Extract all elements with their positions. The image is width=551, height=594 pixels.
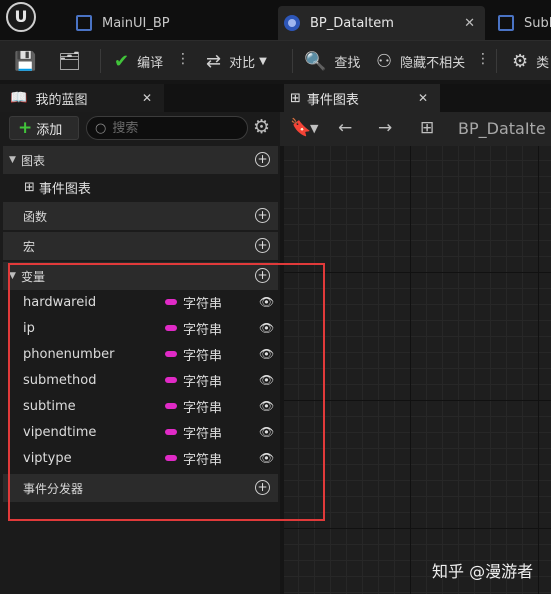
event-graph-item[interactable]: ⊞ 事件图表	[24, 178, 91, 197]
event-graph-icon: ⊞	[24, 180, 35, 195]
add-macro-icon[interactable]: +	[255, 238, 270, 253]
chevron-down-icon: ▼	[259, 55, 267, 67]
find-label: 查找	[334, 55, 361, 71]
toolbar-divider	[100, 49, 101, 73]
close-icon[interactable]: ✕	[142, 91, 152, 105]
tab-mainui-bp[interactable]: MainUI_BP	[70, 6, 270, 40]
tab-event-graph[interactable]: ⊞ 事件图表 ✕	[284, 84, 440, 112]
forward-arrow-icon[interactable]: →	[378, 118, 392, 138]
compile-options-icon[interactable]: ⋮	[176, 51, 190, 67]
widget-blueprint-icon	[498, 15, 514, 31]
variables-highlight-box	[8, 263, 325, 521]
find-button[interactable]: 🔍 查找	[304, 41, 360, 81]
widget-blueprint-icon	[76, 15, 92, 31]
section-label: 宏	[23, 239, 36, 254]
section-graphs[interactable]: ▼ 图表 +	[3, 146, 278, 174]
section-label: 图表	[21, 153, 46, 168]
document-tab-bar: U MainUI_BP BP_DataItem ✕ SubL	[0, 0, 551, 40]
gear-icon: ⚙	[512, 50, 529, 72]
section-macros[interactable]: 宏 +	[3, 232, 278, 260]
hide-unrelated-label: 隐藏不相关	[400, 55, 466, 71]
close-icon[interactable]: ✕	[418, 91, 428, 105]
tab-bp-dataitem[interactable]: BP_DataItem ✕	[278, 6, 485, 40]
toolbar-divider	[496, 49, 497, 73]
toolbar-divider	[292, 49, 293, 73]
diff-button[interactable]: ⇄ 对比 ▼	[206, 41, 267, 81]
save-button[interactable]: 💾	[14, 41, 44, 81]
expand-arrow-icon: ▼	[9, 155, 16, 165]
bookmark-icon[interactable]: 🔖	[290, 118, 311, 138]
section-functions[interactable]: 函数 +	[3, 202, 278, 230]
section-label: 函数	[23, 209, 48, 224]
tab-label: MainUI_BP	[102, 15, 170, 31]
add-function-icon[interactable]: +	[255, 208, 270, 223]
add-button[interactable]: + 添加	[9, 116, 79, 140]
blueprint-toolbar: 💾 🗂 ✔ 编译 ⋮ ⇄ 对比 ▼ 🔍 查找 ⚇ 隐藏不相关 ⋮ ⚙ 类	[0, 40, 551, 80]
graph-toolbar: 🔖 ▼ ← → ⊞ BP_DataIte	[280, 112, 551, 146]
chevron-down-icon[interactable]: ▼	[310, 122, 318, 135]
add-label: 添加	[36, 122, 63, 138]
class-settings-button[interactable]: ⚙ 类	[512, 41, 549, 81]
book-icon: 📖	[10, 90, 28, 106]
plus-icon: +	[18, 118, 33, 138]
search-input[interactable]	[112, 120, 233, 136]
event-graph-label: 事件图表	[38, 182, 91, 197]
tab-my-blueprint[interactable]: 📖 我的蓝图 ✕	[0, 84, 164, 112]
hide-unrelated-icon: ⚇	[376, 50, 393, 72]
event-graph-icon: ⊞	[420, 118, 435, 138]
tab-label: SubL	[524, 15, 551, 31]
search-field[interactable]: ○	[86, 116, 248, 140]
diff-label: 对比	[229, 55, 256, 71]
hide-options-icon[interactable]: ⋮	[476, 51, 490, 67]
back-arrow-icon[interactable]: ←	[338, 118, 352, 138]
unreal-logo-icon[interactable]: U	[6, 2, 36, 32]
add-graph-icon[interactable]: +	[255, 152, 270, 167]
compile-check-icon: ✔	[114, 50, 130, 72]
my-blueprint-tab-bar: 📖 我的蓝图 ✕	[0, 84, 280, 112]
find-icon: 🔍	[304, 50, 327, 72]
compile-label: 编译	[137, 55, 164, 71]
blueprint-class-icon	[284, 15, 300, 31]
graph-tab-bar: ⊞ 事件图表 ✕	[280, 84, 551, 112]
hide-unrelated-button[interactable]: ⚇ 隐藏不相关	[376, 41, 465, 81]
breadcrumb: BP_DataIte	[458, 119, 546, 138]
browse-button[interactable]: 🗂	[58, 41, 89, 81]
save-icon: 💾	[14, 50, 37, 72]
event-graph-icon: ⊞	[290, 90, 301, 106]
diff-icon: ⇄	[206, 50, 222, 72]
graph-tab-label: 事件图表	[306, 92, 359, 108]
compile-button[interactable]: ✔ 编译	[114, 41, 163, 81]
gear-icon[interactable]: ⚙	[253, 116, 270, 138]
tab-subl[interactable]: SubL	[492, 6, 551, 40]
panel-title: 我的蓝图	[35, 92, 88, 108]
tab-label: BP_DataItem	[310, 15, 394, 31]
watermark: 知乎 @漫游者	[432, 562, 534, 581]
search-icon: ○	[95, 120, 107, 136]
close-icon[interactable]: ✕	[464, 16, 475, 31]
browse-folder-icon: 🗂	[58, 50, 81, 72]
class-settings-label: 类	[536, 55, 550, 71]
